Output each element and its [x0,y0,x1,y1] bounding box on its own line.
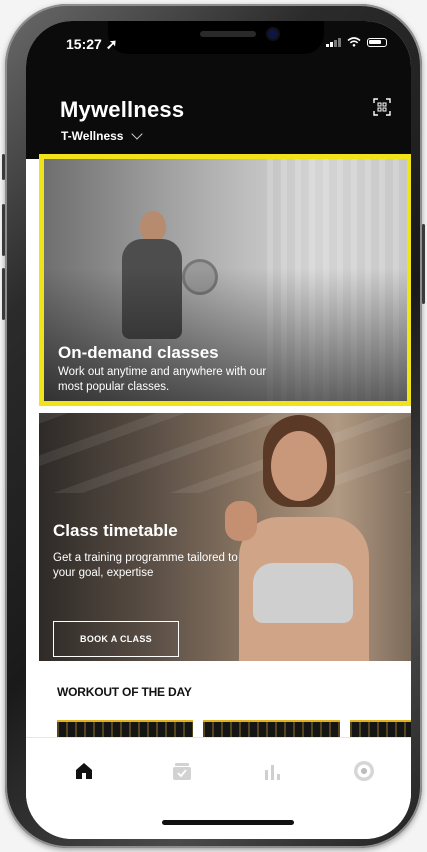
on-demand-title: On-demand classes [58,343,219,362]
athlete-sports-top [253,563,353,623]
notch [108,21,324,54]
status-icons [326,37,387,47]
qr-scan-icon[interactable] [373,98,391,116]
workout-of-the-day-title: WORKOUT OF THE DAY [57,685,192,699]
app-screen: 15:27 ➚ Mywellness T-Wellness On-demand … [26,21,411,839]
tab-profile[interactable] [349,758,379,784]
cellular-signal-icon [326,37,341,47]
speaker-grille [200,31,256,37]
bottom-tab-bar [26,737,411,839]
class-timetable-card[interactable]: Class timetable Get a training programme… [39,413,411,661]
wifi-icon [347,37,361,47]
power-button [422,224,425,304]
calendar-icon [173,763,191,780]
on-demand-description: Work out anytime and anywhere with our m… [58,366,267,393]
status-time: 15:27 ➚ [66,36,118,52]
tab-home[interactable] [69,758,99,784]
tab-calendar[interactable] [167,758,197,784]
chevron-down-icon [131,127,144,140]
athlete-fist [225,501,257,541]
profile-icon [354,761,374,781]
card-background-image [39,413,411,493]
screenshot-stage: 15:27 ➚ Mywellness T-Wellness On-demand … [0,0,427,852]
volume-down-button [2,268,5,320]
battery-icon [367,37,387,47]
on-demand-classes-card[interactable]: On-demand classes Work out anytime and a… [39,154,411,406]
volume-up-button [2,204,5,256]
class-timetable-title: Class timetable [53,521,178,540]
book-a-class-button[interactable]: BOOK A CLASS [53,621,179,657]
front-camera [268,29,278,39]
club-name: T-Wellness [61,129,124,143]
app-header: 15:27 ➚ Mywellness T-Wellness [26,21,411,159]
mute-switch [2,154,5,180]
app-title: Mywellness [60,97,185,122]
home-indicator [162,820,294,825]
stats-icon [265,765,280,780]
home-icon [76,763,92,779]
workout-of-the-day-section: WORKOUT OF THE DAY [26,661,411,744]
class-timetable-description: Get a training programme tailored to you… [53,552,238,579]
tab-stats[interactable] [257,758,287,784]
athlete-figure [271,431,327,501]
phone-frame: 15:27 ➚ Mywellness T-Wellness On-demand … [2,4,425,848]
club-selector[interactable]: T-Wellness [61,127,144,143]
